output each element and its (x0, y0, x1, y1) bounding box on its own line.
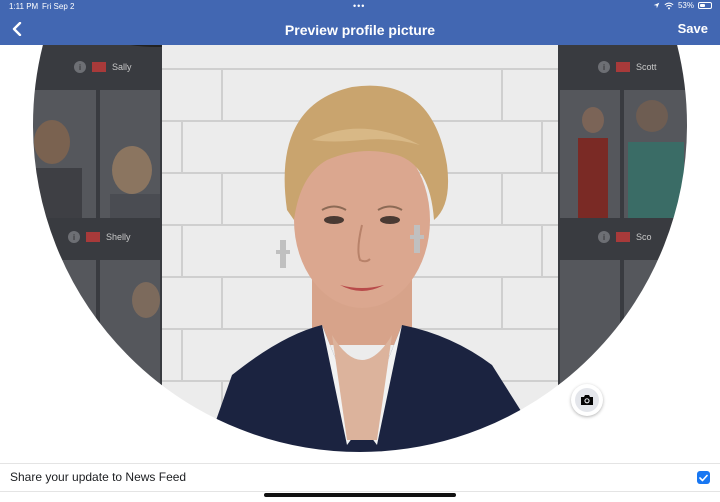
share-to-news-feed-label: Share your update to News Feed (10, 470, 187, 484)
info-icon: i (598, 231, 610, 243)
preview-profile-picture-screen: 1:11 PM Fri Sep 2 ••• 53% Preview profil… (0, 0, 720, 502)
wifi-icon (664, 2, 674, 9)
gallery-tile (624, 90, 688, 218)
gallery-name-row-left: i Sally (74, 59, 132, 75)
status-indicators: 53% (653, 1, 712, 10)
info-icon: i (68, 231, 81, 243)
share-to-news-feed-checkbox[interactable] (697, 471, 710, 484)
change-photo-button[interactable] (571, 384, 603, 416)
page-logo-icon (92, 62, 106, 72)
person-thumbnail (32, 120, 82, 218)
location-icon (653, 2, 660, 9)
photo-preview-area[interactable]: i Sally i Scott ng i Shelly i Sco (0, 45, 720, 460)
status-time: 1:11 PM (9, 2, 39, 11)
person-thumbnail (132, 282, 160, 318)
gallery-tile (100, 90, 160, 218)
share-to-news-feed-row[interactable]: Share your update to News Feed (0, 463, 720, 492)
info-icon: i (598, 61, 610, 73)
save-button[interactable]: Save (678, 21, 708, 36)
status-bar: 1:11 PM Fri Sep 2 ••• 53% (0, 0, 720, 14)
page-title: Preview profile picture (284, 22, 436, 38)
checkmark-icon (699, 474, 708, 481)
page-logo-icon (616, 62, 630, 72)
gallery-tile (560, 260, 620, 460)
gallery-tile (560, 90, 620, 218)
nav-bar: Preview profile picture Save (0, 14, 720, 45)
gallery-name-row-right: i Scott (598, 59, 657, 75)
gallery-name-left: Sally (112, 62, 132, 72)
gallery-tile (32, 260, 96, 460)
status-date: Fri Sep 2 (42, 2, 75, 11)
gallery-name-row-mid-left: ng i Shelly (32, 229, 131, 245)
portrait-illustration (162, 45, 558, 460)
person-thumbnail (578, 107, 608, 218)
camera-button-inner (575, 388, 599, 412)
gallery-name-fragment: ng (32, 232, 43, 242)
gallery-name-mid-right: Sco (636, 232, 652, 242)
camera-icon (581, 395, 593, 405)
person-thumbnail (110, 146, 160, 218)
multitasking-dots[interactable]: ••• (353, 1, 365, 11)
gallery-tile (32, 90, 96, 218)
gallery-name-mid-left: Shelly (106, 232, 131, 242)
battery-fill (700, 4, 705, 7)
info-icon: i (74, 61, 86, 73)
home-indicator[interactable] (264, 493, 456, 497)
person-thumbnail (628, 100, 684, 218)
gallery-tile (100, 260, 160, 460)
page-logo-icon (86, 232, 101, 242)
battery-icon (698, 2, 712, 9)
gallery-name-right: Scott (636, 62, 657, 72)
gallery-tile (624, 260, 688, 460)
profile-photo (162, 45, 558, 460)
gallery-name-row-mid-right: i Sco (598, 229, 652, 245)
page-logo-icon (616, 232, 630, 242)
battery-percent: 53% (677, 1, 694, 10)
